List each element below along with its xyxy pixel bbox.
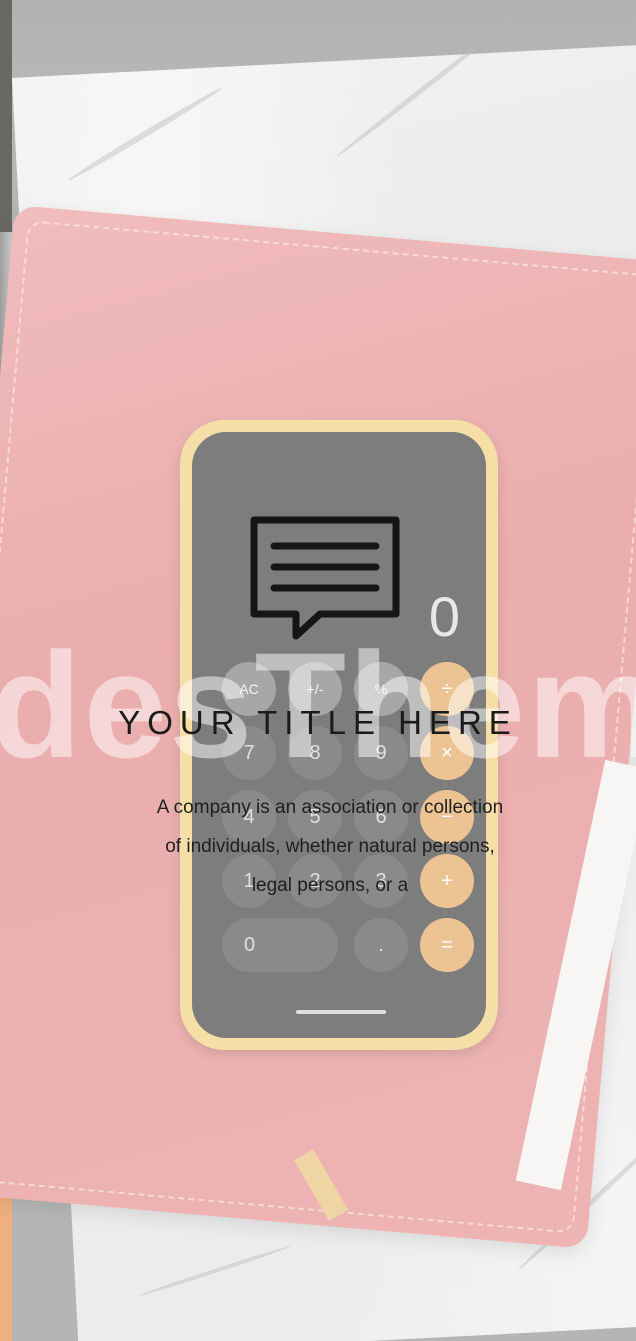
description-line: A company is an association or collectio… [156, 797, 504, 818]
description-line: of individuals, whether natural persons, [165, 836, 495, 857]
description: A company is an association or collectio… [100, 788, 560, 905]
description-line: legal persons, or a [251, 875, 409, 896]
page-title: YOUR TITLE HERE [118, 704, 518, 741]
background-photo: 0 AC +/- % ÷ 7 8 9 × 4 5 6 − 1 2 3 + 0 .… [0, 0, 636, 1341]
chat-bubble-lines-icon [250, 516, 400, 640]
